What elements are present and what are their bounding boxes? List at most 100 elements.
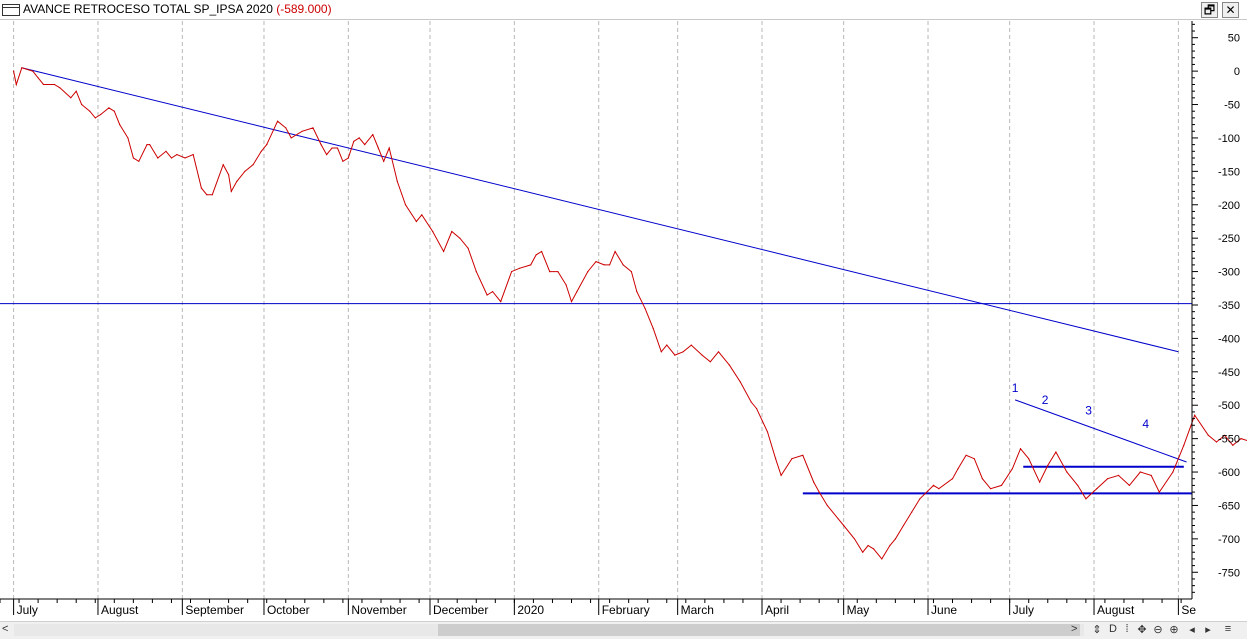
series-point-0-63 [451, 230, 453, 233]
y-tick-label-4: -150 [1218, 166, 1240, 178]
series-point-0-126 [965, 454, 967, 456]
series-point-0-40 [285, 127, 287, 129]
series-point-0-90 [660, 351, 662, 353]
x-tick-label-11: June [931, 603, 957, 617]
scroll-back-icon[interactable]: ◂ [1185, 623, 1199, 636]
series-point-0-93 [682, 351, 684, 353]
series-point-0-7 [59, 87, 61, 89]
series-point-0-128 [981, 478, 984, 480]
series-point-0-118 [894, 538, 897, 540]
series-point-0-32 [228, 174, 230, 176]
chart-canvas[interactable]: 1 2 3 4 50 0 -50 -100 -150 -200 -250 -300 -350 -400 -… [0, 21, 1247, 621]
series-point-0-80 [587, 271, 589, 273]
series-point-0-65 [467, 247, 469, 249]
x-tick-label-9: April [765, 603, 789, 617]
scroll-left-arrow-icon[interactable]: < [2, 623, 8, 635]
series-point-0-9 [75, 90, 77, 92]
series-point-0-92 [674, 354, 676, 356]
series-point-0-116 [881, 558, 883, 560]
chart-grid [13, 21, 1179, 599]
series-point-0-154 [1240, 438, 1242, 440]
series-point-0-0 [13, 70, 15, 72]
series-point-0-138 [1077, 484, 1079, 486]
scroll-forward-icon[interactable]: ▸ [1201, 623, 1215, 636]
window-title: AVANCE RETROCESO TOTAL SP_IPSA 2020 (-58… [23, 2, 332, 16]
series-point-0-54 [377, 147, 379, 149]
y-tick-label-5: -200 [1218, 200, 1240, 212]
series-point-0-45 [326, 154, 328, 156]
series-point-0-151 [1215, 441, 1218, 443]
series-point-0-141 [1107, 478, 1109, 480]
series-point-0-49 [347, 157, 349, 159]
series-point-0-132 [1019, 448, 1022, 450]
series-point-0-34 [236, 180, 238, 182]
series-point-0-135 [1047, 464, 1049, 466]
series-point-0-124 [951, 478, 954, 480]
window-title-name: AVANCE RETROCESO TOTAL SP_IPSA 2020 [23, 2, 273, 16]
x-tick-label-1: August [101, 603, 139, 617]
series-point-0-61 [432, 230, 434, 233]
series-point-0-11 [89, 110, 91, 112]
y-tick-label-9: -400 [1218, 333, 1240, 345]
series-point-0-125 [957, 468, 959, 470]
series-point-0-77 [565, 284, 567, 286]
series-point-0-20 [146, 144, 148, 146]
y-tick-label-1: 0 [1234, 66, 1240, 78]
series-point-0-111 [843, 524, 845, 527]
zoom-out-icon[interactable]: ⊖ [1151, 623, 1165, 636]
y-tick-label-3: -100 [1218, 133, 1240, 145]
series-point-0-108 [818, 491, 820, 493]
series-point-0-29 [206, 194, 208, 196]
series-point-0-114 [867, 544, 869, 547]
series-point-0-73 [535, 254, 537, 256]
close-window-icon[interactable]: ✕ [1222, 2, 1239, 18]
series-point-0-10 [81, 103, 83, 106]
series-point-0-105 [791, 458, 793, 460]
series-point-0-12 [94, 117, 96, 119]
trend-line-4 [1014, 399, 1187, 463]
series-point-0-36 [252, 164, 254, 166]
x-tick-label-8: March [681, 603, 714, 617]
series-point-0-26 [184, 157, 186, 159]
series-point-0-8 [70, 97, 72, 99]
series-point-0-56 [388, 147, 390, 149]
series-point-0-39 [277, 120, 279, 122]
menu-icon[interactable]: ≡ [1221, 623, 1235, 635]
scale-icon[interactable]: ⇕ [1090, 623, 1104, 636]
series-point-0-28 [200, 187, 202, 189]
scroll-thumb[interactable] [438, 624, 1080, 636]
series-point-0-145 [1150, 474, 1152, 476]
restore-window-icon[interactable]: 🗗 [1201, 2, 1218, 18]
scroll-right-arrow-icon[interactable]: > [1071, 623, 1077, 635]
series-point-0-117 [889, 544, 891, 547]
series-point-0-84 [614, 250, 616, 253]
series-point-0-4 [37, 77, 39, 79]
series-point-0-140 [1096, 488, 1098, 490]
series-point-0-101 [756, 408, 758, 410]
trend-line-0 [21, 67, 1179, 353]
series-point-0-21 [149, 144, 151, 146]
series-point-0-30 [211, 194, 213, 196]
series-point-0-127 [973, 458, 975, 460]
x-tick-label-5: December [433, 603, 488, 617]
series-point-0-123 [938, 488, 940, 490]
series-point-0-115 [873, 548, 875, 550]
series-point-0-69 [500, 301, 502, 303]
data-window-icon[interactable]: D [1106, 623, 1120, 635]
series-point-0-42 [301, 130, 303, 132]
window-title-value: (-589.000) [276, 2, 332, 16]
zoom-in-icon[interactable]: ⊕ [1167, 623, 1181, 636]
series-point-0-139 [1085, 498, 1087, 500]
series-point-0-104 [780, 474, 782, 476]
series-point-0-6 [53, 83, 56, 86]
horizontal-scrollbar[interactable]: < > ⇕ D ⁞ ✥ ⊖ ⊕ ◂ ▸ ≡ [0, 621, 1247, 639]
pan-icon[interactable]: ✥ [1135, 623, 1149, 636]
series-point-0-102 [766, 431, 769, 433]
series-point-0-119 [902, 524, 905, 527]
series-point-0-143 [1128, 484, 1130, 486]
x-tick-label-12: July [1013, 603, 1034, 617]
series-point-0-60 [421, 214, 423, 216]
series-point-0-110 [837, 518, 839, 520]
series-point-0-44 [320, 144, 322, 146]
y-tick-label-16: -750 [1218, 567, 1240, 579]
